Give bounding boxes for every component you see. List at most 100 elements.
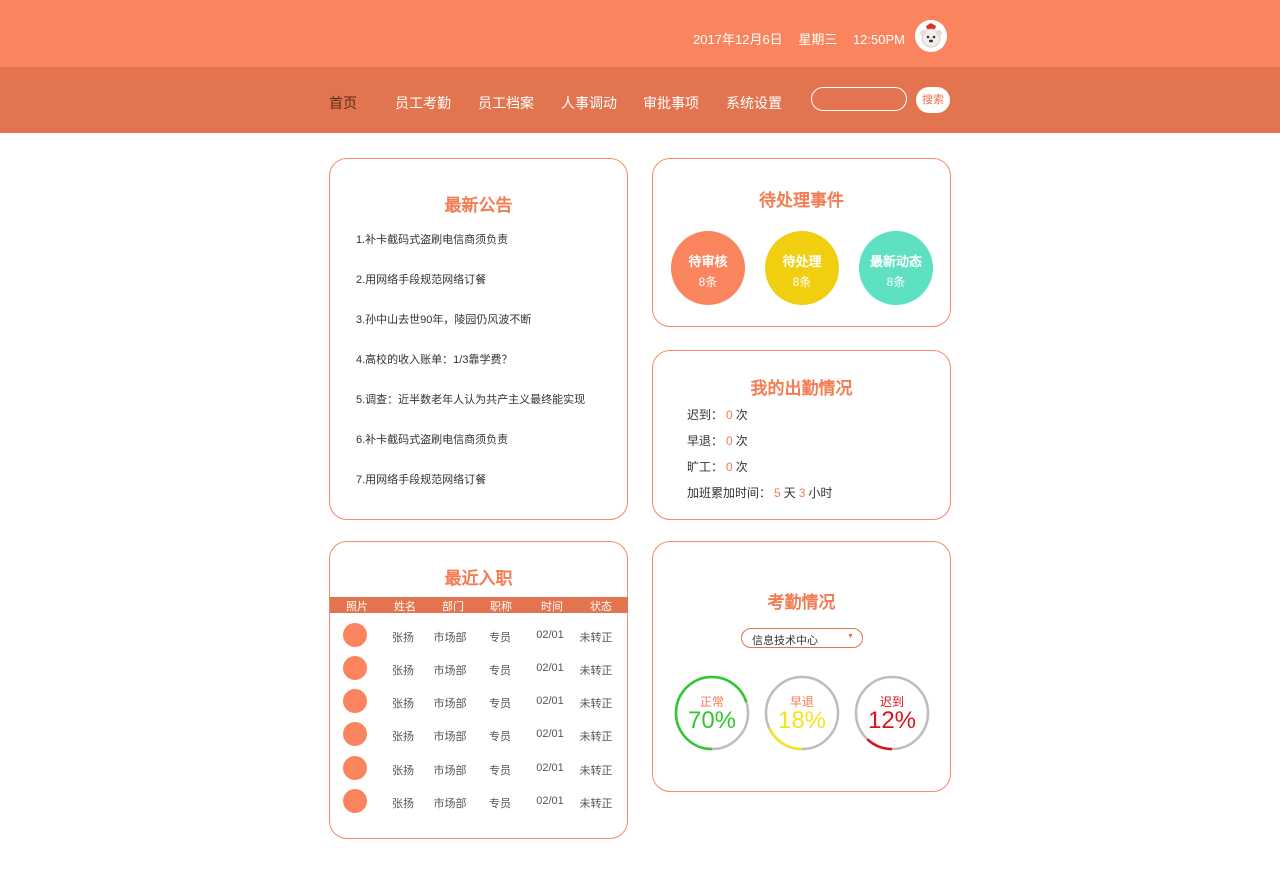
- pending-title: 待处理事件: [759, 191, 844, 210]
- overtime-line: 加班累加时间： 5 天 3 小时: [687, 484, 832, 501]
- cell-date: 02/01: [536, 795, 564, 807]
- pending-review-count: 8条: [698, 275, 718, 289]
- cell-status: 未转正: [579, 632, 613, 644]
- nav-item-attendance[interactable]: 员工考勤: [395, 93, 451, 113]
- pending-process-button[interactable]: 待处理 8条: [765, 231, 839, 305]
- notice-item[interactable]: 1.补卡截码式盗刷电信商须负责: [356, 231, 508, 247]
- table-row[interactable]: 张扬 市场部 专员 02/01 未转正: [330, 718, 628, 751]
- header-date: 2017年12月6日: [693, 32, 783, 47]
- pending-review-button[interactable]: 待审核 8条: [671, 231, 745, 305]
- notice-item[interactable]: 3.孙中山去世90年，陵园仍风波不断: [356, 311, 531, 327]
- cell-title: 专员: [489, 665, 511, 677]
- cell-date: 02/01: [536, 629, 564, 641]
- notice-item[interactable]: 7.用网络手段规范网络订餐: [356, 471, 486, 487]
- department-select-value: 信息技术中心: [752, 635, 818, 647]
- nav-item-employee-files[interactable]: 员工档案: [478, 93, 534, 113]
- cell-date: 02/01: [536, 662, 564, 674]
- early-line: 早退： 0 次: [687, 432, 748, 449]
- table-row[interactable]: 张扬 市场部 专员 02/01 未转正: [330, 652, 628, 685]
- cell-dept: 市场部: [433, 698, 467, 710]
- my-attendance-card: 我的出勤情况 迟到： 0 次 早退： 0 次 旷工： 0 次 加班累加时间： 5 天 3 小时: [652, 350, 951, 520]
- latest-news-count: 8条: [886, 275, 906, 289]
- cell-status: 未转正: [579, 665, 613, 677]
- normal-rate-ring: 正常 70%: [673, 674, 751, 752]
- overtime-hours: 3: [798, 486, 806, 500]
- col-status: 状态: [590, 601, 612, 613]
- col-date: 时间: [541, 601, 563, 613]
- top-bar: 2017年12月6日 星期三 12:50PM: [0, 0, 1280, 67]
- cell-dept: 市场部: [433, 632, 467, 644]
- pending-process-count: 8条: [792, 275, 812, 289]
- table-row[interactable]: 张扬 市场部 专员 02/01 未转正: [330, 785, 628, 818]
- early-value: 0: [726, 434, 733, 448]
- absent-value: 0: [726, 460, 733, 474]
- cell-status: 未转正: [579, 798, 613, 810]
- employee-photo: [343, 722, 367, 746]
- notices-title: 最新公告: [444, 196, 513, 215]
- header-datetime: 2017年12月6日 星期三 12:50PM: [681, 29, 905, 48]
- cell-title: 专员: [489, 798, 511, 810]
- cell-name: 张扬: [392, 665, 414, 677]
- cell-status: 未转正: [579, 698, 613, 710]
- search-input[interactable]: [811, 87, 907, 111]
- notice-item[interactable]: 4.高校的收入账单：1/3靠学费？: [356, 351, 512, 367]
- cell-date: 02/01: [536, 728, 564, 740]
- hours-unit: 小时: [808, 486, 833, 500]
- nav-item-settings[interactable]: 系统设置: [726, 93, 782, 113]
- employee-photo: [343, 789, 367, 813]
- latest-news-button[interactable]: 最新动态 8条: [859, 231, 933, 305]
- search-button[interactable]: 搜索: [916, 87, 950, 113]
- notice-item[interactable]: 5.调查：近半数老年人认为共产主义最终能实现: [356, 391, 585, 407]
- pending-process-label: 待处理: [782, 254, 822, 269]
- cell-date: 02/01: [536, 695, 564, 707]
- user-avatar[interactable]: [915, 20, 947, 52]
- employee-photo: [343, 756, 367, 780]
- table-row[interactable]: 张扬 市场部 专员 02/01 未转正: [330, 752, 628, 785]
- pending-review-label: 待审核: [688, 254, 728, 269]
- header-time: 12:50PM: [852, 32, 905, 47]
- nav-item-approvals[interactable]: 审批事项: [643, 93, 699, 113]
- cell-title: 专员: [489, 698, 511, 710]
- cell-dept: 市场部: [433, 765, 467, 777]
- employee-photo: [343, 689, 367, 713]
- late-line: 迟到： 0 次: [687, 406, 748, 423]
- latest-news-label: 最新动态: [869, 254, 922, 269]
- cell-status: 未转正: [579, 731, 613, 743]
- table-row[interactable]: 张扬 市场部 专员 02/01 未转正: [330, 685, 628, 718]
- employee-photo: [343, 623, 367, 647]
- late-rate-value: 12%: [867, 707, 917, 734]
- cell-title: 专员: [489, 765, 511, 777]
- avatar-icon: [915, 20, 947, 52]
- header-weekday: 星期三: [798, 32, 838, 47]
- cell-name: 张扬: [392, 765, 414, 777]
- nav-item-home[interactable]: 首页: [329, 93, 357, 113]
- cell-dept: 市场部: [433, 798, 467, 810]
- early-label: 早退：: [687, 434, 724, 448]
- caret-down-icon: ▼: [847, 633, 854, 640]
- late-label: 迟到：: [687, 408, 724, 422]
- nav-item-transfers[interactable]: 人事调动: [561, 93, 617, 113]
- cell-date: 02/01: [536, 762, 564, 774]
- absent-label: 旷工：: [687, 460, 724, 474]
- cell-title: 专员: [489, 731, 511, 743]
- overtime-days: 5: [774, 486, 781, 500]
- cell-name: 张扬: [392, 798, 414, 810]
- department-select[interactable]: 信息技术中心 ▼: [741, 628, 863, 648]
- recent-hires-title: 最近入职: [444, 569, 513, 588]
- my-attendance-title: 我的出勤情况: [750, 379, 853, 398]
- late-rate-ring: 迟到 12%: [853, 674, 931, 752]
- absent-line: 旷工： 0 次: [687, 458, 748, 475]
- cell-status: 未转正: [579, 765, 613, 777]
- overtime-label: 加班累加时间：: [687, 486, 772, 500]
- notice-item[interactable]: 6.补卡截码式盗刷电信商须负责: [356, 431, 508, 447]
- table-row[interactable]: 张扬 市场部 专员 02/01 未转正: [330, 619, 628, 652]
- days-unit: 天: [783, 486, 796, 500]
- attendance-stats-title: 考勤情况: [767, 593, 836, 612]
- recent-hires-card: 最近入职 照片 姓名 部门 职称 时间 状态 张扬 市场部 专员 02/01 未…: [329, 541, 628, 839]
- pending-card: 待处理事件 待审核 8条 待处理 8条 最新动态 8条: [652, 158, 951, 327]
- notice-item[interactable]: 2.用网络手段规范网络订餐: [356, 271, 486, 287]
- late-value: 0: [726, 408, 733, 422]
- attendance-stats-card: 考勤情况 信息技术中心 ▼ 正常 70% 早退 18% 迟到 12%: [652, 541, 951, 792]
- early-unit: 次: [735, 434, 748, 448]
- normal-rate-value: 70%: [687, 707, 737, 734]
